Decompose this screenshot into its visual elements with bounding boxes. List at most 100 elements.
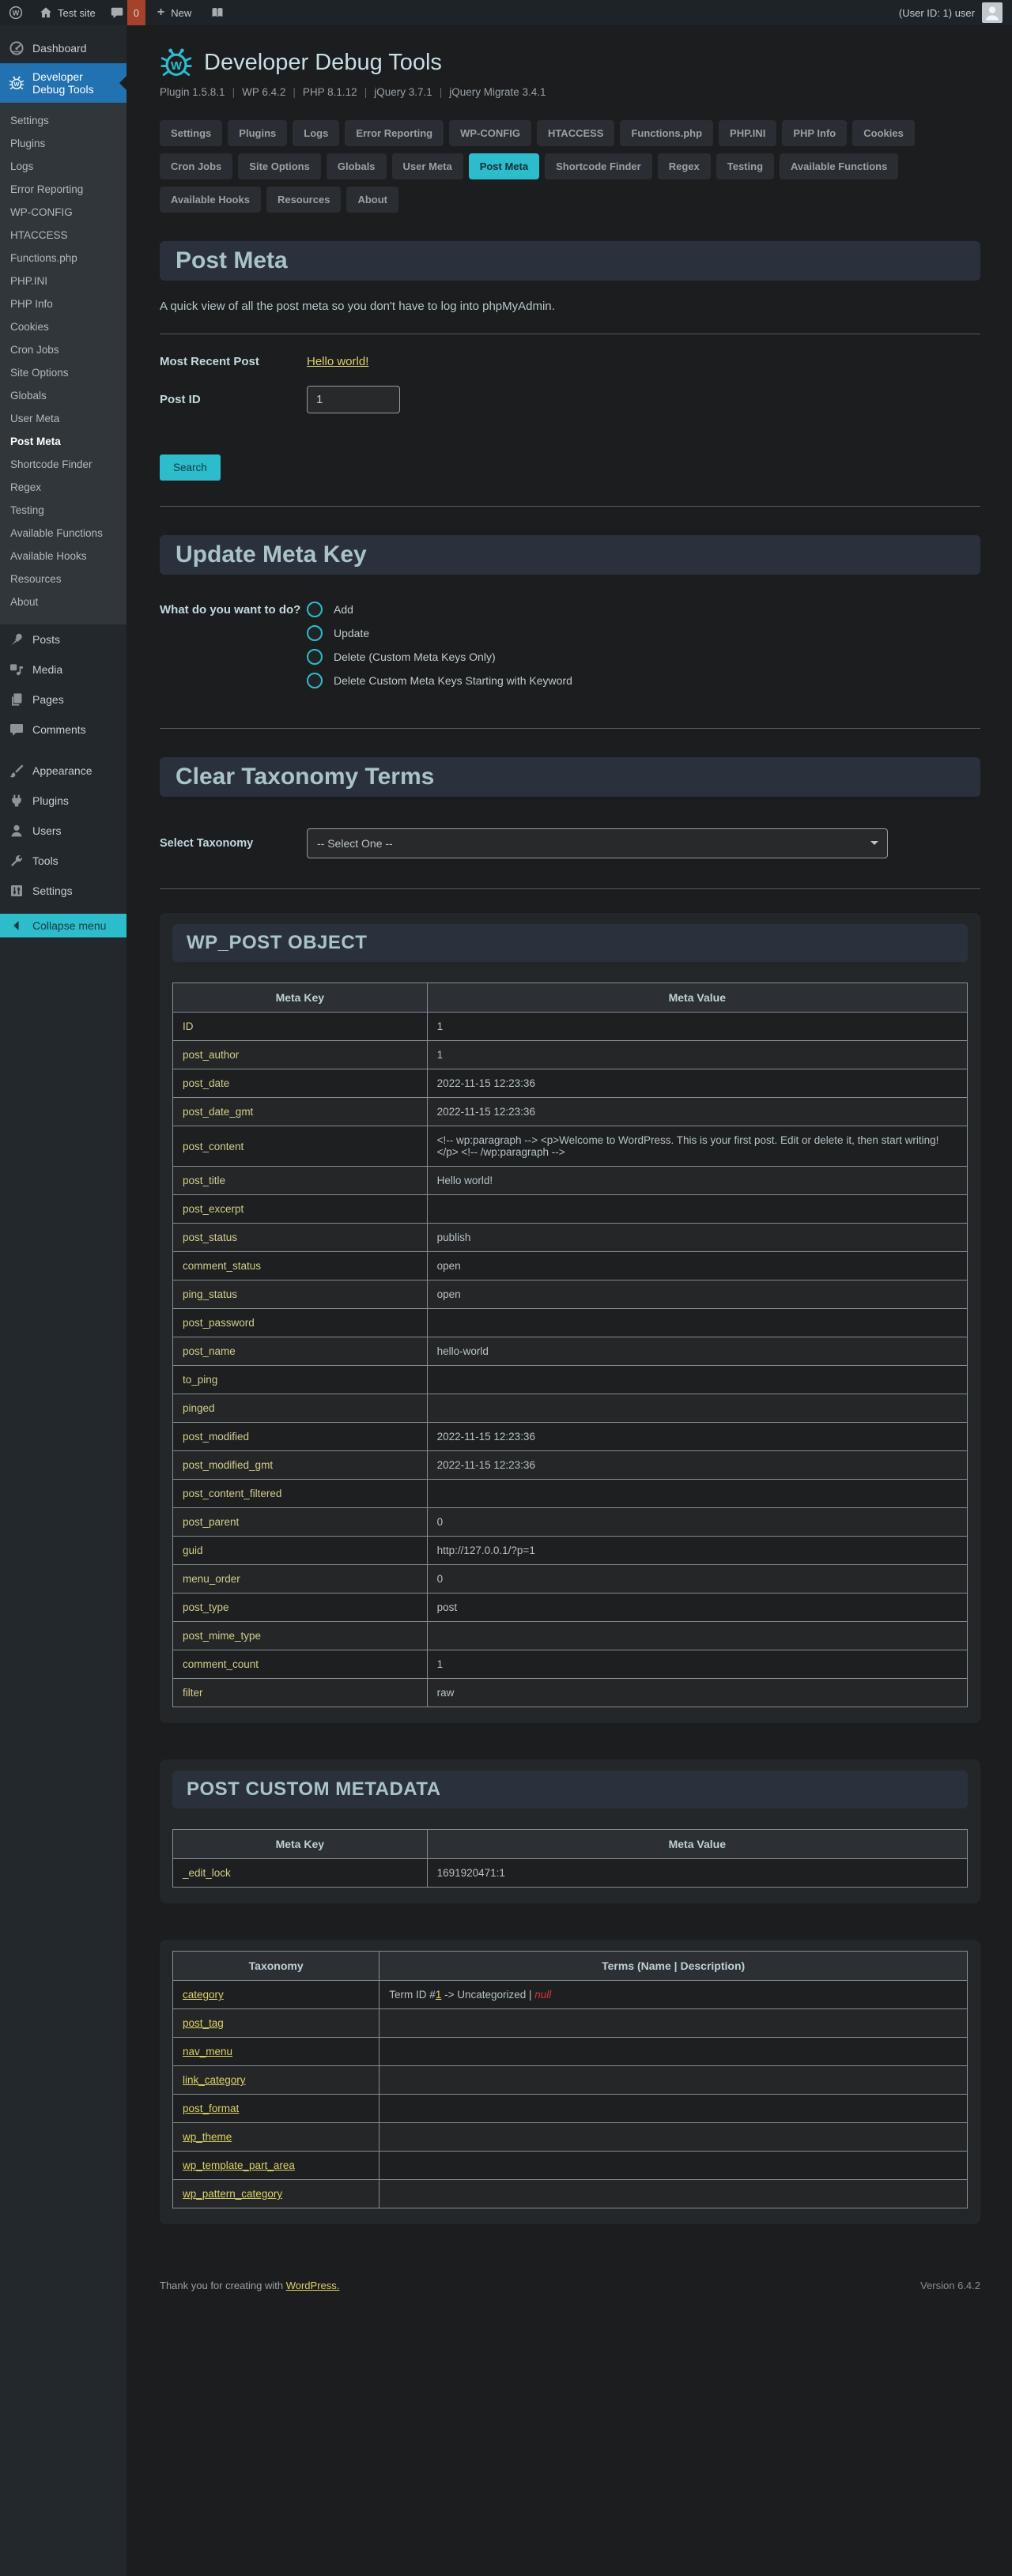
sidebar-subitem-functions-php[interactable]: Functions.php	[0, 247, 126, 270]
comment-count-badge[interactable]: 0	[127, 0, 145, 25]
sidebar-subitem-php-ini[interactable]: PHP.INI	[0, 270, 126, 292]
sidebar-subitem-regex[interactable]: Regex	[0, 476, 126, 499]
sidebar-item-dashboard[interactable]: Dashboard	[0, 33, 126, 63]
tab-logs[interactable]: Logs	[293, 120, 339, 146]
table-row: pinged	[173, 1394, 968, 1423]
meta-value-cell	[427, 1622, 967, 1650]
radio-option-add: Add	[307, 602, 572, 617]
sidebar-item-users[interactable]: Users	[0, 816, 126, 846]
sidebar-subitem-site-options[interactable]: Site Options	[0, 361, 126, 384]
tab-php-ini[interactable]: PHP.INI	[719, 120, 776, 146]
radio-button[interactable]	[307, 625, 323, 641]
sidebar-subitem-resources[interactable]: Resources	[0, 568, 126, 590]
taxonomy-link-post-tag[interactable]: post_tag	[183, 2017, 224, 2029]
tab-cookies[interactable]: Cookies	[852, 120, 915, 146]
sidebar-subitem-htaccess[interactable]: HTACCESS	[0, 224, 126, 247]
tab-error-reporting[interactable]: Error Reporting	[345, 120, 444, 146]
tab-functions-php[interactable]: Functions.php	[620, 120, 713, 146]
sidebar-subitem-logs[interactable]: Logs	[0, 155, 126, 178]
tab-plugins[interactable]: Plugins	[228, 120, 287, 146]
taxonomy-link-nav-menu[interactable]: nav_menu	[183, 2046, 232, 2057]
collapse-menu-button[interactable]: Collapse menu	[0, 914, 126, 937]
wordpress-link[interactable]: WordPress.	[286, 2280, 340, 2291]
site-name-link[interactable]: Test site	[32, 0, 103, 25]
docs-shortcut[interactable]	[203, 0, 232, 25]
meta-key-cell: menu_order	[173, 1565, 428, 1593]
sidebar-item-appearance[interactable]: Appearance	[0, 756, 126, 786]
wp-post-object-panel: WP_POST OBJECT Meta Key Meta Value ID1po…	[160, 913, 980, 1723]
search-button[interactable]: Search	[160, 454, 221, 481]
meta-value-cell: 0	[427, 1565, 967, 1593]
tab-resources[interactable]: Resources	[266, 187, 341, 213]
tab-site-options[interactable]: Site Options	[238, 153, 321, 179]
terms-cell: Term ID #1 -> Uncategorized | null	[380, 1981, 968, 2009]
sidebar-subitem-php-info[interactable]: PHP Info	[0, 292, 126, 315]
tab-regex[interactable]: Regex	[658, 153, 711, 179]
sidebar-subitem-about[interactable]: About	[0, 590, 126, 613]
radio-button[interactable]	[307, 673, 323, 688]
most-recent-post-link[interactable]: Hello world!	[307, 355, 368, 368]
sidebar-item-plugins[interactable]: Plugins	[0, 786, 126, 816]
meta-key-cell: post_modified_gmt	[173, 1451, 428, 1480]
sidebar-subitem-available-functions[interactable]: Available Functions	[0, 522, 126, 545]
tab-available-hooks[interactable]: Available Hooks	[160, 187, 261, 213]
tab-user-meta[interactable]: User Meta	[392, 153, 463, 179]
sidebar-item-settings[interactable]: Settings	[0, 876, 126, 906]
sidebar-subitem-shortcode-finder[interactable]: Shortcode Finder	[0, 453, 126, 476]
taxonomy-select[interactable]: -- Select One --	[307, 828, 888, 858]
version-item: Plugin 1.5.8.1	[160, 86, 225, 98]
tab-cron-jobs[interactable]: Cron Jobs	[160, 153, 232, 179]
sidebar-subitem-post-meta[interactable]: Post Meta	[0, 430, 126, 453]
tab-globals[interactable]: Globals	[327, 153, 387, 179]
section-title-update-meta-key: Update Meta Key	[160, 535, 980, 575]
account-menu[interactable]: (User ID: 1) user	[899, 2, 1012, 23]
post-id-label: Post ID	[160, 393, 307, 406]
sidebar-subitem-user-meta[interactable]: User Meta	[0, 407, 126, 430]
tab-php-info[interactable]: PHP Info	[782, 120, 847, 146]
tab-row: SettingsPluginsLogsError ReportingWP-CON…	[160, 120, 980, 146]
comments-shortcut[interactable]	[103, 0, 127, 25]
sidebar-subitem-cookies[interactable]: Cookies	[0, 315, 126, 338]
sidebar-subitem-globals[interactable]: Globals	[0, 384, 126, 407]
taxonomy-select-wrap: -- Select One --	[307, 828, 888, 858]
new-content-button[interactable]: + New	[150, 0, 198, 25]
taxonomy-link-wp-pattern-category[interactable]: wp_pattern_category	[183, 2188, 282, 2200]
users-icon	[9, 823, 25, 839]
sidebar-subitem-available-hooks[interactable]: Available Hooks	[0, 545, 126, 568]
sidebar-item-label: Pages	[32, 693, 64, 706]
tab-htaccess[interactable]: HTACCESS	[537, 120, 615, 146]
meta-value-cell: post	[427, 1593, 967, 1622]
post-id-input[interactable]	[307, 386, 400, 413]
sidebar-subitem-plugins[interactable]: Plugins	[0, 132, 126, 155]
taxonomy-link-link-category[interactable]: link_category	[183, 2074, 246, 2086]
wordpress-logo-button[interactable]: W	[0, 0, 32, 25]
taxonomy-link-category[interactable]: category	[183, 1989, 224, 2001]
taxonomy-link-wp-theme[interactable]: wp_theme	[183, 2131, 232, 2143]
table-row: post_tag	[173, 2009, 968, 2038]
tab-settings[interactable]: Settings	[160, 120, 222, 146]
tab-shortcode-finder[interactable]: Shortcode Finder	[545, 153, 652, 179]
tab-available-functions[interactable]: Available Functions	[780, 153, 898, 179]
sidebar-subitem-testing[interactable]: Testing	[0, 499, 126, 522]
sidebar-item-developer-debug-tools[interactable]: W Developer Debug Tools	[0, 63, 126, 103]
sidebar-subitem-wp-config[interactable]: WP-CONFIG	[0, 201, 126, 224]
tab-wp-config[interactable]: WP-CONFIG	[449, 120, 531, 146]
sidebar-item-media[interactable]: Media	[0, 654, 126, 685]
sidebar-item-comments[interactable]: Comments	[0, 715, 126, 745]
taxonomy-link-post-format[interactable]: post_format	[183, 2103, 239, 2114]
meta-key-cell: post_date_gmt	[173, 1098, 428, 1126]
sidebar-item-tools[interactable]: Tools	[0, 846, 126, 876]
taxonomy-link-wp-template-part-area[interactable]: wp_template_part_area	[183, 2159, 295, 2171]
sidebar-subitem-cron-jobs[interactable]: Cron Jobs	[0, 338, 126, 361]
radio-button[interactable]	[307, 602, 323, 617]
tab-about[interactable]: About	[346, 187, 398, 213]
radio-button[interactable]	[307, 649, 323, 665]
tab-testing[interactable]: Testing	[716, 153, 774, 179]
sidebar-subitem-settings[interactable]: Settings	[0, 109, 126, 132]
sidebar-item-pages[interactable]: Pages	[0, 685, 126, 715]
sidebar-item-label: Comments	[32, 723, 86, 736]
sidebar-item-posts[interactable]: Posts	[0, 624, 126, 654]
tab-post-meta[interactable]: Post Meta	[469, 153, 539, 179]
sidebar-subitem-error-reporting[interactable]: Error Reporting	[0, 178, 126, 201]
table-header-row: Meta Key Meta Value	[173, 983, 968, 1013]
